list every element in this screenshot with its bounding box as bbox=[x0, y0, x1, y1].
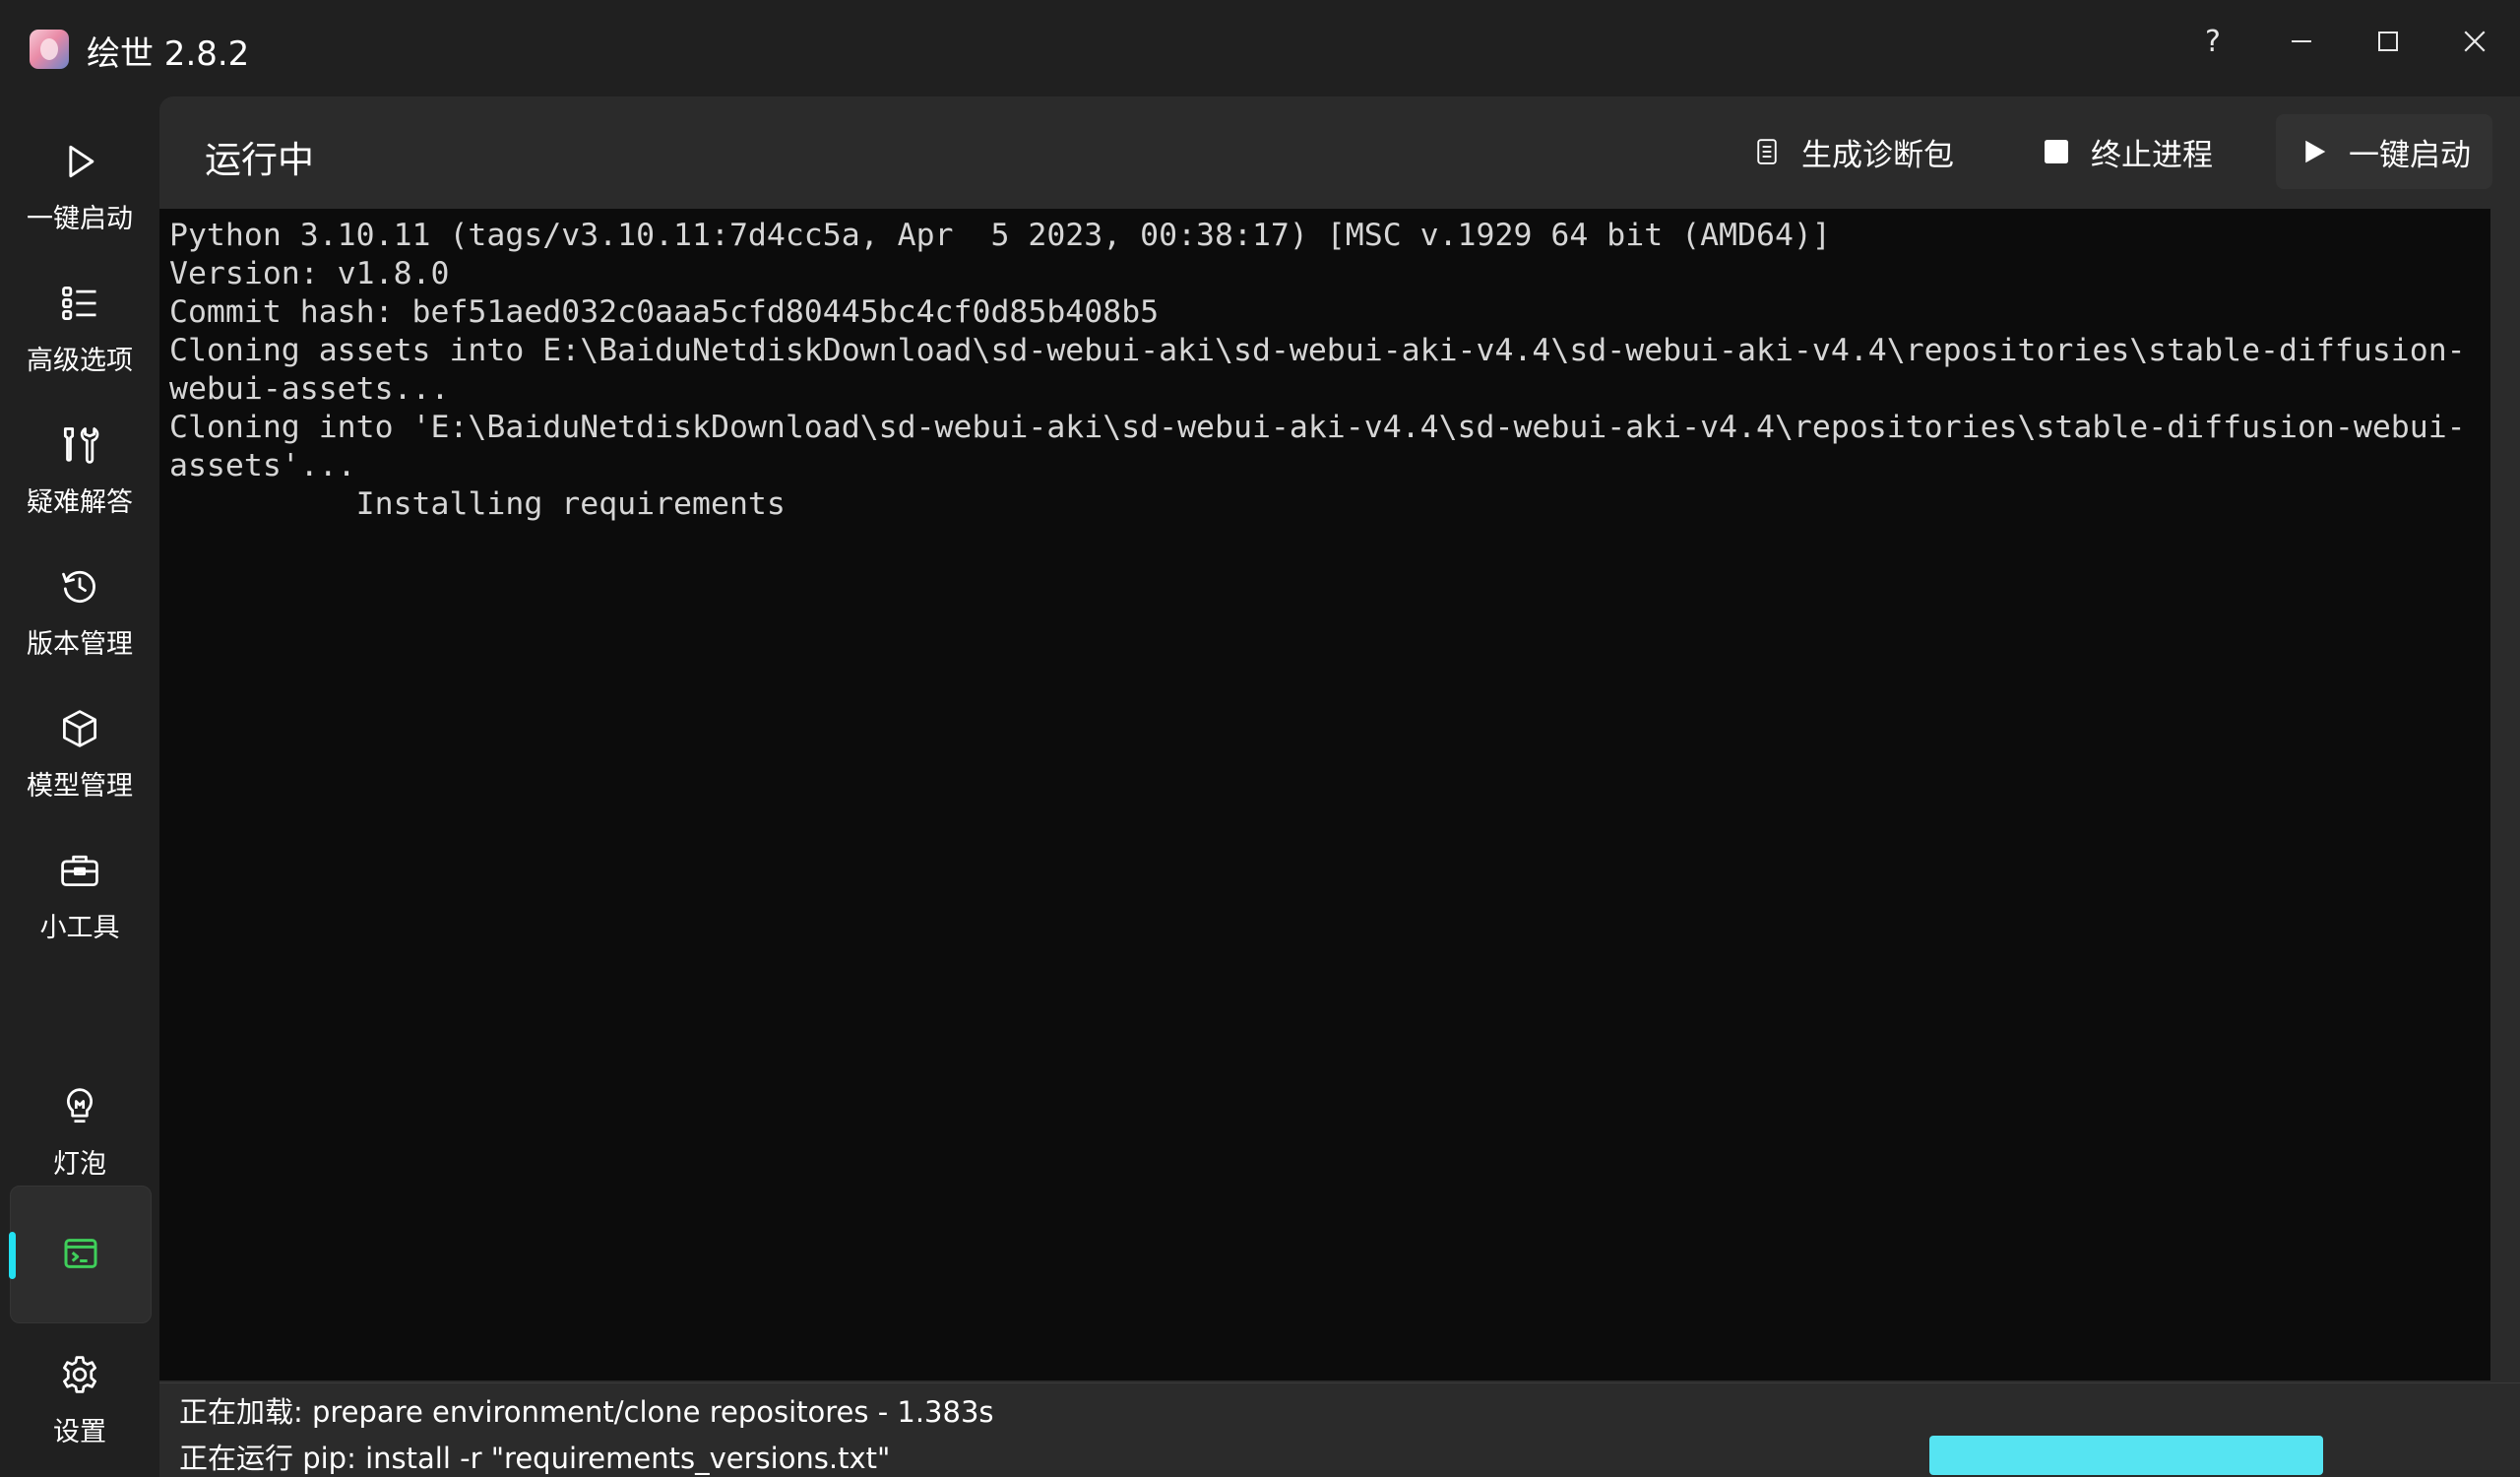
window-title: 绘世 2.8.2 bbox=[87, 34, 250, 74]
history-icon bbox=[56, 563, 103, 610]
sidebar-item-tools[interactable]: 小工具 bbox=[10, 827, 150, 963]
sidebar-item-versions[interactable]: 版本管理 bbox=[10, 544, 150, 679]
sidebar-item-label: 模型管理 bbox=[27, 771, 133, 802]
sidebar-item-troubleshoot[interactable]: 疑难解答 bbox=[10, 402, 150, 538]
console-line: Installing requirements bbox=[169, 486, 786, 522]
maximize-button[interactable] bbox=[2345, 10, 2431, 73]
sidebar-item-settings[interactable]: 设置 bbox=[10, 1331, 150, 1467]
stop-label: 终止进程 bbox=[2091, 137, 2213, 173]
launch-button[interactable]: 一键启动 bbox=[2276, 114, 2492, 189]
close-button[interactable] bbox=[2431, 10, 2518, 73]
sidebar-item-launch[interactable]: 一键启动 bbox=[10, 118, 150, 254]
header: 运行中 生成诊断包 终止进程 一键启动 bbox=[159, 96, 2520, 207]
maximize-icon bbox=[2378, 32, 2398, 51]
sidebar-item-advanced[interactable]: 高级选项 bbox=[10, 260, 150, 396]
sidebar-item-label: 版本管理 bbox=[27, 629, 133, 660]
status-bar-running: 正在运行 pip: install -r "requirements_versi… bbox=[159, 1430, 2520, 1475]
progress-fill bbox=[1929, 1436, 2323, 1475]
sidebar-item-label: 疑难解答 bbox=[27, 487, 133, 518]
sidebar-item-lightbulb[interactable]: 灯泡 bbox=[10, 1063, 150, 1199]
launch-label: 一键启动 bbox=[2349, 137, 2471, 173]
progress-bar bbox=[1929, 1436, 2323, 1475]
lightbulb-icon bbox=[56, 1083, 103, 1130]
minimize-button[interactable] bbox=[2258, 10, 2345, 73]
play-icon bbox=[2298, 135, 2331, 168]
sidebar-item-label: 设置 bbox=[53, 1417, 106, 1447]
sidebar-item-label: 高级选项 bbox=[27, 346, 133, 376]
help-button[interactable]: ? bbox=[2170, 10, 2256, 73]
toolbox-icon bbox=[56, 847, 103, 894]
console-line: Cloning into 'E:\BaiduNetdiskDownload\sd… bbox=[169, 410, 2466, 483]
close-icon bbox=[2464, 31, 2486, 52]
terminal-icon bbox=[57, 1230, 104, 1277]
page-title: 运行中 bbox=[205, 139, 314, 181]
stop-icon bbox=[2040, 135, 2073, 168]
sidebar-item-models[interactable]: 模型管理 bbox=[10, 685, 150, 821]
play-icon bbox=[56, 138, 103, 185]
minimize-icon bbox=[2292, 40, 2311, 42]
sidebar: 一键启动 高级选项 疑难解答 版本管理 模型管理 小工具 灯泡 设置 bbox=[0, 96, 158, 1477]
diagnostics-label: 生成诊断包 bbox=[1801, 137, 1954, 173]
document-icon bbox=[1750, 135, 1784, 168]
app-logo-icon bbox=[30, 30, 69, 69]
list-icon bbox=[56, 280, 103, 327]
console-line: Cloning assets into E:\BaiduNetdiskDownl… bbox=[169, 333, 2466, 407]
console-line: Commit hash: bef51aed032c0aaa5cfd80445bc… bbox=[169, 294, 1160, 330]
console-line: Python 3.10.11 (tags/v3.10.11:7d4cc5a, A… bbox=[169, 218, 1831, 253]
gear-icon bbox=[56, 1351, 103, 1398]
diagnostics-button[interactable]: 生成诊断包 bbox=[1750, 114, 1954, 189]
running-status-text: 正在运行 pip: install -r "requirements_versi… bbox=[179, 1442, 891, 1475]
console-scrollbar[interactable] bbox=[2492, 209, 2520, 1381]
console-line: Version: v1.8.0 bbox=[169, 256, 450, 291]
help-icon: ? bbox=[2205, 24, 2221, 59]
sidebar-item-label: 一键启动 bbox=[27, 204, 133, 234]
tools-icon bbox=[56, 421, 103, 469]
loading-status-text: 正在加载: prepare environment/clone reposito… bbox=[179, 1395, 994, 1429]
active-indicator bbox=[9, 1232, 16, 1279]
main-panel: 运行中 生成诊断包 终止进程 一键启动 Python 3.10.11 (tags… bbox=[159, 96, 2520, 1477]
status-bar-loading: 正在加载: prepare environment/clone reposito… bbox=[159, 1382, 2520, 1429]
stop-process-button[interactable]: 终止进程 bbox=[2040, 114, 2213, 189]
sidebar-item-label: 小工具 bbox=[39, 913, 120, 943]
console-output[interactable]: Python 3.10.11 (tags/v3.10.11:7d4cc5a, A… bbox=[159, 209, 2490, 1381]
sidebar-item-label: 灯泡 bbox=[53, 1149, 106, 1180]
title-bar: 绘世 2.8.2 ? bbox=[0, 0, 2520, 96]
sidebar-item-console[interactable] bbox=[9, 1186, 152, 1323]
cube-icon bbox=[56, 705, 103, 752]
